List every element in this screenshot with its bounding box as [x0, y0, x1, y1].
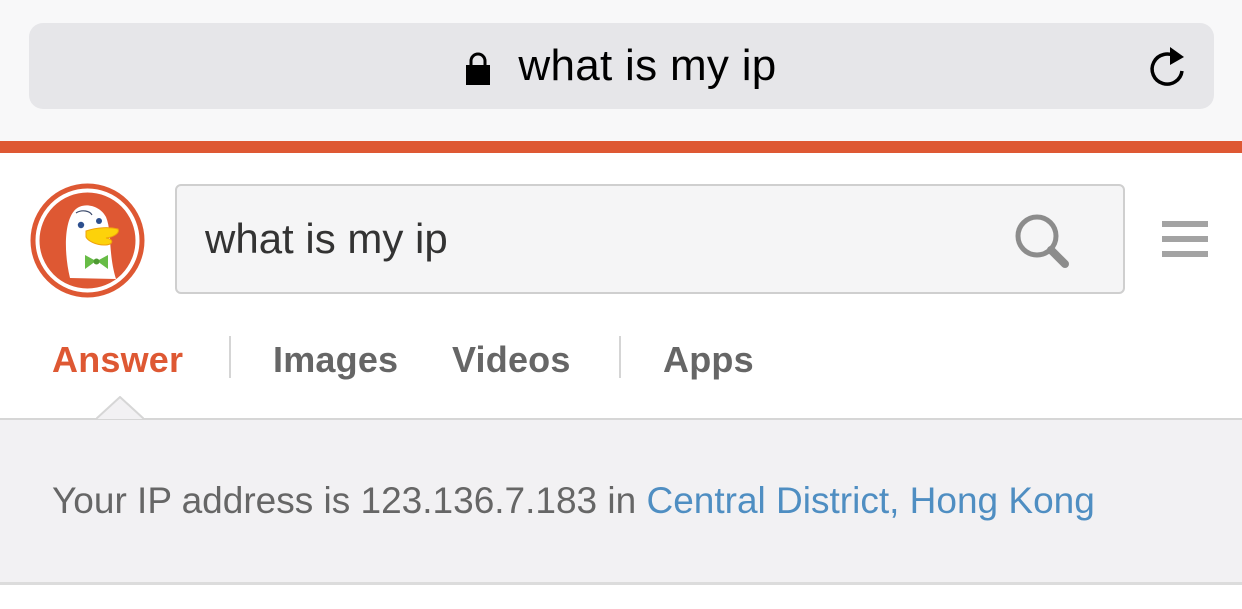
menu-line [1162, 251, 1208, 257]
reload-icon[interactable] [1146, 43, 1190, 91]
tab-divider [229, 336, 231, 378]
menu-line [1162, 221, 1208, 227]
location-link[interactable]: Central District, Hong Kong [647, 480, 1095, 521]
result-tabs: Answer Images Videos Apps [0, 330, 1242, 390]
tab-videos[interactable]: Videos [452, 330, 571, 390]
tab-images[interactable]: Images [273, 330, 398, 390]
ip-answer: Your IP address is 123.136.7.183 in Cent… [52, 480, 1095, 522]
tab-apps[interactable]: Apps [663, 330, 754, 390]
hamburger-menu-icon[interactable] [1162, 221, 1208, 259]
tab-divider [619, 336, 621, 378]
ip-answer-text: Your IP address is 123.136.7.183 in [52, 480, 647, 521]
url-text[interactable]: what is my ip [518, 41, 776, 91]
browser-toolbar: what is my ip [0, 0, 1242, 141]
search-input[interactable] [205, 186, 1005, 292]
accent-bar [0, 141, 1242, 153]
duckduckgo-logo[interactable] [30, 183, 145, 298]
tab-answer[interactable]: Answer [52, 330, 183, 390]
search-box [175, 184, 1125, 294]
lock-icon [466, 51, 491, 85]
address-bar[interactable]: what is my ip [29, 23, 1214, 109]
active-tab-caret [96, 396, 144, 420]
address-bar-content: what is my ip [29, 23, 1214, 109]
instant-answer-panel: Your IP address is 123.136.7.183 in Cent… [0, 418, 1242, 585]
search-icon[interactable] [1015, 214, 1071, 270]
menu-line [1162, 236, 1208, 242]
